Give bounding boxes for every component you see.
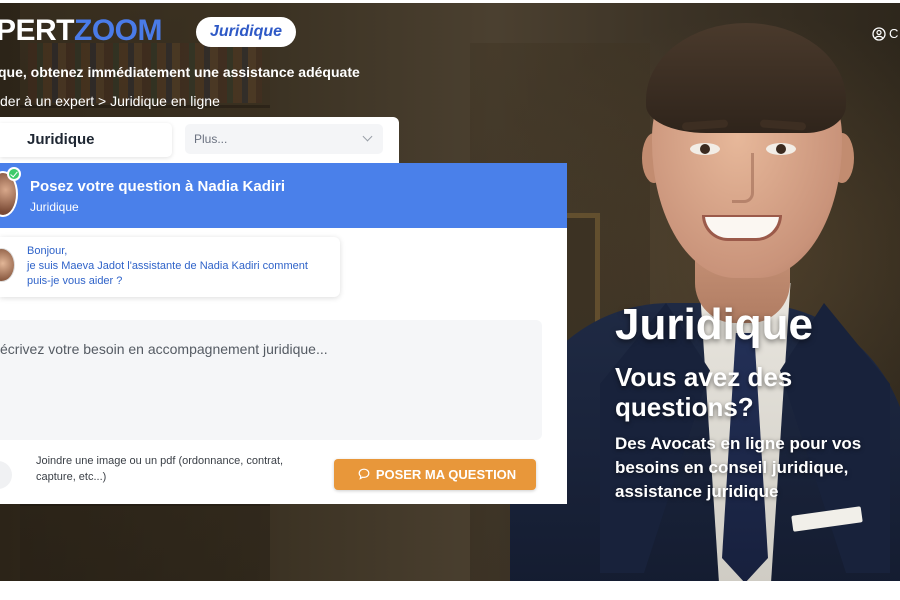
attach-file-button[interactable] xyxy=(0,461,12,489)
logo-text-part1: PERT xyxy=(0,14,75,47)
more-select-label: Plus... xyxy=(194,132,228,146)
hero-description: Des Avocats en ligne pour vos xyxy=(615,434,862,453)
breadcrumb[interactable]: der à un expert > Juridique en ligne xyxy=(0,93,220,109)
hero-description: besoins en conseil juridique, xyxy=(615,458,849,477)
chat-subtitle: Juridique xyxy=(30,200,79,214)
message-line: Bonjour, xyxy=(27,245,68,257)
tab-juridique[interactable]: Juridique xyxy=(0,123,172,157)
attach-label: capture, etc...) xyxy=(36,471,107,483)
chat-panel: Posez votre question à Nadia Kadiri Juri… xyxy=(0,163,567,504)
check-circle-icon xyxy=(7,167,21,181)
message-line: je suis Maeva Jadot l'assistante de Nadi… xyxy=(27,260,308,272)
category-badge[interactable]: Juridique xyxy=(196,17,297,47)
hero-title: Juridique xyxy=(615,300,814,349)
question-textarea[interactable] xyxy=(0,320,542,440)
more-categories-select[interactable]: Plus... xyxy=(185,124,383,154)
user-circle-icon[interactable] xyxy=(872,27,886,41)
message-line: puis-je vous aider ? xyxy=(27,275,123,287)
page-tagline: que, obtenez immédiatement une assistanc… xyxy=(0,64,360,80)
account-link[interactable]: C xyxy=(889,26,898,41)
chevron-down-icon xyxy=(362,131,373,142)
attach-label: Joindre une image ou un pdf (ordonnance,… xyxy=(36,455,284,467)
site-logo[interactable]: PERTZOOM xyxy=(0,14,163,48)
chat-title: Posez votre question à Nadia Kadiri xyxy=(30,178,286,195)
chat-header: Posez votre question à Nadia Kadiri Juri… xyxy=(0,163,567,228)
logo-text-part2: ZOOM xyxy=(74,14,163,47)
hero-question: Vous avez des xyxy=(615,362,793,392)
submit-question-label: POSER MA QUESTION xyxy=(375,467,517,482)
chat-bubble-icon xyxy=(358,468,370,480)
hero-question: questions? xyxy=(615,392,754,422)
hero-description: assistance juridique xyxy=(615,482,779,501)
submit-question-button[interactable]: POSER MA QUESTION xyxy=(334,459,536,490)
